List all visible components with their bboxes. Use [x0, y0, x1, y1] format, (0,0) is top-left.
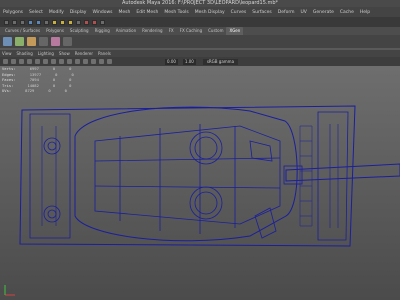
xgen-create-icon[interactable]: [3, 37, 12, 46]
xgen-export-icon[interactable]: [63, 37, 72, 46]
ipr-render-icon[interactable]: [92, 19, 97, 25]
history-icon[interactable]: [76, 19, 81, 25]
tab-sculpting[interactable]: Sculpting: [67, 27, 92, 35]
image-plane-icon[interactable]: [27, 59, 32, 64]
menu-help[interactable]: Help: [360, 10, 370, 15]
menu-edit-mesh[interactable]: Edit Mesh: [136, 10, 158, 15]
film-gate-icon[interactable]: [43, 59, 48, 64]
menu-curves[interactable]: Curves: [231, 10, 247, 15]
menu-generate[interactable]: Generate: [313, 10, 334, 15]
smooth-shade-icon[interactable]: [67, 59, 72, 64]
menu-modify[interactable]: Modify: [49, 10, 64, 15]
select-by-hierarchy-icon[interactable]: [28, 19, 33, 25]
panel-toolbar: 0.00 1.00 sRGB gamma: [0, 57, 400, 66]
new-scene-icon[interactable]: [4, 19, 9, 25]
wireframe-icon[interactable]: [59, 59, 64, 64]
menu-uv[interactable]: UV: [301, 10, 307, 15]
menu-cache[interactable]: Cache: [340, 10, 354, 15]
tank-wireframe-model[interactable]: [0, 66, 400, 300]
panel-menubar: View Shading Lighting Show Renderer Pane…: [0, 50, 400, 57]
gamma-field[interactable]: 1.00: [182, 58, 196, 65]
camera-attributes-icon[interactable]: [11, 59, 16, 64]
panel-menu-view[interactable]: View: [2, 51, 12, 56]
panel-menu-shading[interactable]: Shading: [17, 51, 33, 56]
snap-curve-icon[interactable]: [60, 19, 65, 25]
viewport-3d[interactable]: Verts: 6997 0 0 Edges: 13977 0 0 Faces: 7094 0 0 …: [0, 66, 400, 300]
menu-windows[interactable]: Windows: [92, 10, 112, 15]
tab-custom[interactable]: Custom: [205, 27, 226, 35]
lights-icon[interactable]: [83, 59, 88, 64]
tab-rendering[interactable]: Rendering: [139, 27, 165, 35]
menu-mesh-tools[interactable]: Mesh Tools: [164, 10, 188, 15]
render-settings-icon[interactable]: [100, 19, 105, 25]
tab-xgen[interactable]: XGen: [226, 27, 244, 35]
color-space-select[interactable]: sRGB gamma: [202, 58, 239, 65]
panel-menu-show[interactable]: Show: [59, 51, 70, 56]
tab-animation[interactable]: Animation: [113, 27, 139, 35]
panel-menu-panels[interactable]: Panels: [98, 51, 111, 56]
panel-menu-lighting[interactable]: Lighting: [38, 51, 54, 56]
panel-menu-renderer[interactable]: Renderer: [75, 51, 93, 56]
grid-icon[interactable]: [35, 59, 40, 64]
status-line: [0, 17, 400, 27]
xgen-paint-icon[interactable]: [51, 37, 60, 46]
menu-display[interactable]: Display: [70, 10, 87, 15]
select-by-component-icon[interactable]: [44, 19, 49, 25]
snap-grid-icon[interactable]: [52, 19, 57, 25]
render-icon[interactable]: [84, 19, 89, 25]
xgen-groom-icon[interactable]: [27, 37, 36, 46]
tab-fx-caching[interactable]: FX Caching: [177, 27, 205, 35]
save-scene-icon[interactable]: [20, 19, 25, 25]
camera-icon[interactable]: [3, 59, 8, 64]
tab-curves-surfaces[interactable]: Curves / Surfaces: [2, 27, 43, 35]
tab-rigging[interactable]: Rigging: [92, 27, 113, 35]
exposure-field[interactable]: 0.00: [165, 58, 178, 65]
tab-fx[interactable]: FX: [166, 27, 177, 35]
menu-deform[interactable]: Deform: [278, 10, 295, 15]
xgen-editor-icon[interactable]: [15, 37, 24, 46]
menu-surfaces[interactable]: Surfaces: [252, 10, 272, 15]
open-scene-icon[interactable]: [12, 19, 17, 25]
shelf-icons: [0, 35, 400, 48]
tab-polygons[interactable]: Polygons: [43, 27, 67, 35]
menu-mesh-display[interactable]: Mesh Display: [195, 10, 225, 15]
snap-point-icon[interactable]: [68, 19, 73, 25]
xray-icon[interactable]: [99, 59, 104, 64]
isolate-select-icon[interactable]: [107, 59, 112, 64]
shadows-icon[interactable]: [91, 59, 96, 64]
xgen-guides-icon[interactable]: [39, 37, 48, 46]
main-menubar: Polygons Select Modify Display Windows M…: [0, 7, 400, 17]
menu-mesh[interactable]: Mesh: [119, 10, 131, 15]
resolution-gate-icon[interactable]: [51, 59, 56, 64]
menu-select[interactable]: Select: [29, 10, 43, 15]
textured-icon[interactable]: [75, 59, 80, 64]
shelf-tabs: Curves / Surfaces Polygons Sculpting Rig…: [0, 27, 400, 35]
window-title: Autodesk Maya 2016: F:\PROJECT 3D\LEOPAR…: [0, 0, 400, 7]
menu-polygons[interactable]: Polygons: [3, 10, 23, 15]
select-by-object-icon[interactable]: [36, 19, 41, 25]
view-axis-icon: [4, 285, 15, 296]
bookmark-icon[interactable]: [19, 59, 24, 64]
